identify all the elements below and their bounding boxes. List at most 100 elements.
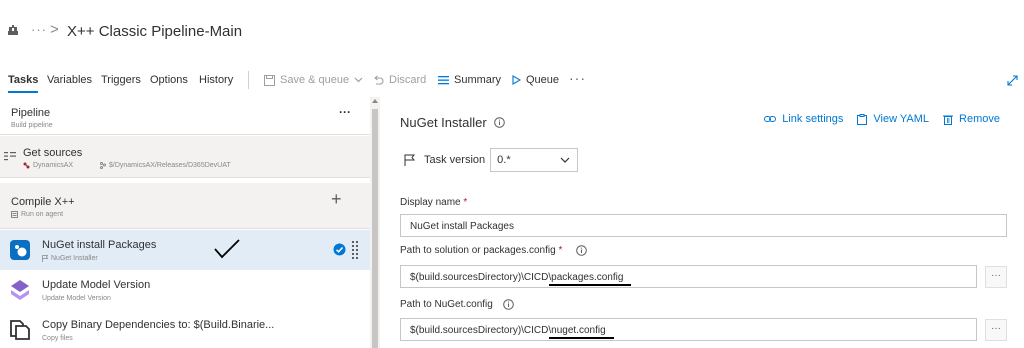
pipeline-panel: Pipeline Build pipeline ··· Get sources … <box>0 97 370 348</box>
flag-icon <box>42 255 48 262</box>
repo-icon <box>23 162 30 169</box>
display-name-label: Display name * <box>400 197 467 208</box>
nuget-icon <box>10 240 30 260</box>
task-subtitle: NuGet Installer <box>51 255 98 262</box>
enabled-check-icon <box>333 243 346 256</box>
project-icon[interactable] <box>7 24 19 36</box>
task-title: NuGet install Packages <box>42 239 157 251</box>
branch-icon <box>100 162 106 169</box>
solution-path-label-text: Path to solution or packages.config <box>400 245 556 256</box>
tab-options[interactable]: Options <box>150 74 188 86</box>
browse-nuget-config-button[interactable]: ··· <box>985 319 1007 341</box>
breadcrumb-ellipsis[interactable]: ··· <box>31 22 47 37</box>
task-version-label: Task version <box>424 154 486 166</box>
copy-files-icon <box>10 320 30 340</box>
play-icon <box>512 75 521 85</box>
task-version-select[interactable]: 0.* <box>490 148 579 172</box>
link-settings-button[interactable]: Link settings <box>764 113 843 125</box>
pipeline-header[interactable]: Pipeline Build pipeline ··· <box>0 97 370 135</box>
task-title: Copy Binary Dependencies to: $(Build.Bin… <box>42 319 275 331</box>
display-name-label-text: Display name <box>400 197 461 208</box>
page-title: X++ Classic Pipeline-Main <box>67 23 243 40</box>
summary-label: Summary <box>454 74 502 86</box>
save-queue-button[interactable]: Save & queue <box>264 74 363 86</box>
save-icon <box>264 74 275 86</box>
pipeline-more-button[interactable]: ··· <box>339 105 351 119</box>
checkmark-annotation-icon <box>214 239 240 259</box>
get-sources-item[interactable]: Get sources DynamicsAX $/DynamicsAX/Rele… <box>0 136 370 178</box>
get-sources-title: Get sources <box>23 147 83 159</box>
trash-icon <box>943 115 954 125</box>
agent-job-subtitle-row: Run on agent <box>11 211 63 218</box>
task-detail-title: NuGet Installer <box>400 115 487 130</box>
solution-path-file: packages.config <box>551 272 624 283</box>
chevron-down-icon <box>354 77 363 83</box>
nuget-config-label-text: Path to NuGet.config <box>400 299 493 310</box>
browse-solution-button[interactable]: ··· <box>985 266 1007 288</box>
branch-path: $/DynamicsAX/Releases/D365DevUAT <box>109 162 231 169</box>
task-detail-panel: NuGet Installer Link settings View YAML … <box>380 97 1024 348</box>
nuget-config-field[interactable]: $(build.sourcesDirectory)\CICD\nuget.con… <box>400 318 977 341</box>
toolbar: Tasks Variables Triggers Options History… <box>0 66 1024 94</box>
discard-label: Discard <box>389 74 427 86</box>
tab-variables[interactable]: Variables <box>47 74 92 86</box>
repo-name: DynamicsAX <box>33 162 74 169</box>
task-copy-binary-dependencies[interactable]: Copy Binary Dependencies to: $(Build.Bin… <box>0 310 370 348</box>
page-header: ··· > X++ Classic Pipeline-Main <box>0 0 1024 62</box>
breadcrumb-separator: > <box>50 21 59 38</box>
scrollbar-thumb[interactable] <box>372 109 378 348</box>
summary-button[interactable]: Summary <box>438 74 501 86</box>
display-name-field[interactable]: NuGet install Packages <box>400 214 1007 237</box>
agent-job-item[interactable]: Compile X++ Run on agent + <box>0 183 370 229</box>
pipeline-subtitle: Build pipeline <box>11 122 53 129</box>
toolbar-divider <box>248 71 249 89</box>
required-marker: * <box>463 197 468 208</box>
task-subtitle: Copy files <box>42 335 73 342</box>
display-name-value: NuGet install Packages <box>410 221 514 232</box>
scroll-up-arrow-icon[interactable] <box>372 99 378 103</box>
task-actions: Link settings View YAML Remove <box>764 113 1000 125</box>
view-yaml-button[interactable]: View YAML <box>857 113 929 125</box>
task-detail-header: NuGet Installer <box>400 115 505 130</box>
expand-icon[interactable] <box>1007 75 1018 86</box>
solution-path-field[interactable]: $(build.sourcesDirectory)\CICD\packages.… <box>400 265 977 288</box>
tab-tasks[interactable]: Tasks <box>8 74 39 93</box>
task-subtitle-row: NuGet Installer <box>42 255 98 262</box>
list-icon <box>438 76 449 85</box>
get-sources-repo: DynamicsAX <box>23 162 73 169</box>
remove-button[interactable]: Remove <box>943 113 1000 125</box>
agent-job-title: Compile X++ <box>11 196 75 208</box>
required-marker: * <box>558 245 563 256</box>
flag-icon <box>404 154 415 166</box>
queue-button[interactable]: Queue <box>512 74 559 86</box>
drag-handle-icon[interactable] <box>352 241 358 259</box>
tab-history[interactable]: History <box>199 74 233 86</box>
nuget-config-file: nuget.config <box>551 325 606 336</box>
queue-label: Queue <box>526 74 560 86</box>
info-icon[interactable] <box>503 299 514 310</box>
agent-job-subtitle: Run on agent <box>21 211 64 218</box>
tab-triggers[interactable]: Triggers <box>101 74 141 86</box>
agent-icon <box>11 211 18 218</box>
info-icon[interactable] <box>493 117 505 128</box>
nuget-config-label: Path to NuGet.config <box>400 299 514 310</box>
nuget-config-prefix: $(build.sourcesDirectory)\CICD\ <box>410 325 552 336</box>
get-sources-branch: $/DynamicsAX/Releases/D365DevUAT <box>100 162 231 169</box>
info-icon[interactable] <box>576 245 588 256</box>
clipboard-icon <box>857 113 868 125</box>
task-version-row: Task version 0.* <box>404 148 579 172</box>
task-nuget-install[interactable]: NuGet install Packages NuGet Installer <box>0 230 370 270</box>
more-actions-button[interactable]: ··· <box>569 70 586 86</box>
model-version-icon <box>11 280 29 300</box>
task-update-model-version[interactable]: Update Model Version Update Model Versio… <box>0 270 370 310</box>
view-yaml-label: View YAML <box>873 113 930 125</box>
link-settings-label: Link settings <box>782 113 844 125</box>
solution-path-prefix: $(build.sourcesDirectory)\CICD\ <box>410 272 552 283</box>
discard-button[interactable]: Discard <box>373 74 426 86</box>
panel-scrollbar[interactable] <box>370 97 380 348</box>
task-subtitle: Update Model Version <box>42 295 111 302</box>
solution-path-label: Path to solution or packages.config * <box>400 245 588 256</box>
pipeline-title: Pipeline <box>11 107 51 119</box>
add-task-button[interactable]: + <box>331 189 342 210</box>
task-title: Update Model Version <box>42 279 151 291</box>
